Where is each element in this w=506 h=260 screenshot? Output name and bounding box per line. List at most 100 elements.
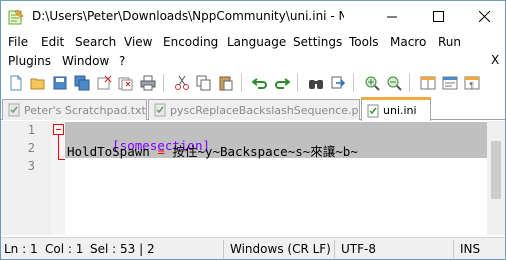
close-file-button[interactable] bbox=[94, 73, 114, 93]
menu-file[interactable]: File bbox=[8, 35, 28, 49]
tab-pysc-replace[interactable]: pyscReplaceBackslashSequence.py bbox=[148, 99, 360, 120]
save-all-button[interactable] bbox=[72, 73, 92, 93]
saved-file-icon bbox=[154, 103, 166, 117]
save-all-icon bbox=[74, 75, 90, 91]
toolbar-separator bbox=[241, 74, 242, 92]
open-file-button[interactable] bbox=[28, 73, 48, 93]
status-separator bbox=[334, 240, 335, 258]
status-encoding[interactable]: UTF-8 bbox=[341, 242, 376, 256]
undo-icon bbox=[252, 78, 267, 89]
tab-label: pyscReplaceBackslashSequence.py bbox=[170, 103, 360, 117]
paste-icon bbox=[219, 76, 233, 91]
tab-uni-ini[interactable]: uni.ini bbox=[361, 97, 431, 121]
menu-view[interactable]: View bbox=[124, 35, 152, 49]
zoom-in-icon bbox=[365, 76, 380, 91]
menu-window[interactable]: Window bbox=[62, 54, 109, 68]
menu-bar: File Edit Search View Encoding Language … bbox=[1, 32, 505, 70]
toolbar-separator bbox=[353, 74, 354, 92]
ini-value: 按住~y~Backspace~s~來讓~b~ bbox=[172, 144, 358, 159]
show-all-chars-button[interactable]: ¶ bbox=[462, 73, 482, 93]
sync-scroll-button[interactable] bbox=[418, 73, 438, 93]
menu-language[interactable]: Language bbox=[227, 35, 286, 49]
menu-search[interactable]: Search bbox=[75, 35, 116, 49]
ini-operator: = bbox=[157, 144, 165, 159]
tab-peters-scratchpad[interactable]: Peter's Scratchpad.txt bbox=[2, 99, 147, 120]
title-bar[interactable]: D:\Users\Peter\Downloads\NppCommunity\un… bbox=[1, 1, 505, 32]
maximize-button[interactable] bbox=[415, 1, 461, 32]
word-wrap-button[interactable] bbox=[440, 73, 460, 93]
status-line: Ln : 1 bbox=[4, 242, 38, 256]
toolbar: ¶ bbox=[1, 71, 505, 95]
code-line-2[interactable]: HoldToSpawn = 按住~y~Backspace~s~來讓~b~ bbox=[67, 141, 358, 160]
fold-guide-end bbox=[58, 159, 65, 160]
fold-collapse-icon[interactable] bbox=[53, 124, 64, 135]
line-number: 1 bbox=[27, 123, 35, 137]
redo-button[interactable] bbox=[272, 73, 292, 93]
fold-guide-line bbox=[58, 135, 59, 160]
scrollbar-thumb[interactable] bbox=[491, 141, 501, 199]
menu-plugins[interactable]: Plugins bbox=[8, 54, 51, 68]
cut-button[interactable] bbox=[172, 73, 192, 93]
status-eol-format[interactable]: Windows (CR LF) bbox=[230, 242, 331, 256]
window-title: D:\Users\Peter\Downloads\NppCommunity\un… bbox=[32, 9, 344, 23]
new-file-button[interactable] bbox=[6, 73, 26, 93]
saved-file-icon bbox=[8, 103, 20, 117]
status-bar: Ln : 1 Col : 1 Sel : 53 | 2 Windows (CR … bbox=[1, 237, 505, 259]
status-separator bbox=[453, 240, 454, 258]
notepadpp-window: D:\Users\Peter\Downloads\NppCommunity\un… bbox=[0, 0, 506, 260]
line-number: 3 bbox=[27, 159, 35, 173]
close-document-button[interactable]: X bbox=[491, 53, 499, 67]
saved-file-icon bbox=[367, 104, 379, 117]
toolbar-separator bbox=[409, 74, 410, 92]
paste-button[interactable] bbox=[216, 73, 236, 93]
word-wrap-icon bbox=[442, 76, 458, 90]
redo-icon bbox=[275, 78, 290, 89]
undo-button[interactable] bbox=[250, 73, 270, 93]
zoom-in-button[interactable] bbox=[362, 73, 382, 93]
save-button[interactable] bbox=[50, 73, 70, 93]
print-button[interactable] bbox=[138, 73, 158, 93]
maximize-icon bbox=[432, 11, 444, 22]
close-file-icon bbox=[97, 75, 112, 90]
notepadpp-app-icon[interactable] bbox=[8, 9, 24, 25]
status-column: Col : 1 bbox=[45, 242, 84, 256]
sync-scroll-icon bbox=[420, 76, 436, 90]
menu-edit[interactable]: Edit bbox=[41, 35, 64, 49]
tab-bar: Peter's Scratchpad.txt pyscReplaceBacksl… bbox=[1, 97, 505, 121]
tab-label: uni.ini bbox=[383, 104, 417, 117]
toolbar-separator bbox=[297, 74, 298, 92]
status-insert-mode[interactable]: INS bbox=[460, 242, 480, 256]
tab-label: Peter's Scratchpad.txt bbox=[24, 103, 146, 117]
menu-encoding[interactable]: Encoding bbox=[163, 35, 218, 49]
replace-icon bbox=[331, 76, 346, 89]
menu-settings[interactable]: Settings bbox=[293, 35, 342, 49]
menu-help[interactable]: ? bbox=[119, 54, 125, 68]
cut-icon bbox=[175, 75, 189, 90]
zoom-out-icon bbox=[387, 76, 402, 91]
close-all-button[interactable] bbox=[116, 73, 136, 93]
close-icon bbox=[478, 11, 490, 22]
editor-area[interactable]: 1 2 3 [somesection] HoldToSpawn = 按住~y~B… bbox=[1, 121, 505, 235]
binoculars-icon bbox=[309, 80, 323, 89]
status-separator bbox=[223, 240, 224, 258]
minimize-icon bbox=[386, 16, 397, 18]
new-file-icon bbox=[10, 75, 22, 91]
replace-button[interactable] bbox=[328, 73, 348, 93]
save-icon bbox=[53, 76, 67, 90]
svg-text:¶: ¶ bbox=[469, 81, 474, 90]
close-all-icon bbox=[118, 77, 133, 91]
close-button[interactable] bbox=[461, 1, 506, 32]
vertical-scrollbar[interactable] bbox=[487, 121, 505, 235]
copy-icon bbox=[196, 75, 211, 91]
ini-key: HoldToSpawn bbox=[67, 144, 150, 159]
menu-macro[interactable]: Macro bbox=[390, 35, 426, 49]
status-selection: Sel : 53 | 2 bbox=[90, 242, 155, 256]
menu-run[interactable]: Run bbox=[438, 35, 461, 49]
minimize-button[interactable] bbox=[369, 1, 415, 32]
copy-button[interactable] bbox=[194, 73, 214, 93]
toolbar-separator bbox=[163, 74, 164, 92]
zoom-out-button[interactable] bbox=[384, 73, 404, 93]
menu-tools[interactable]: Tools bbox=[349, 35, 379, 49]
open-folder-icon bbox=[30, 78, 45, 90]
find-button[interactable] bbox=[306, 73, 326, 93]
